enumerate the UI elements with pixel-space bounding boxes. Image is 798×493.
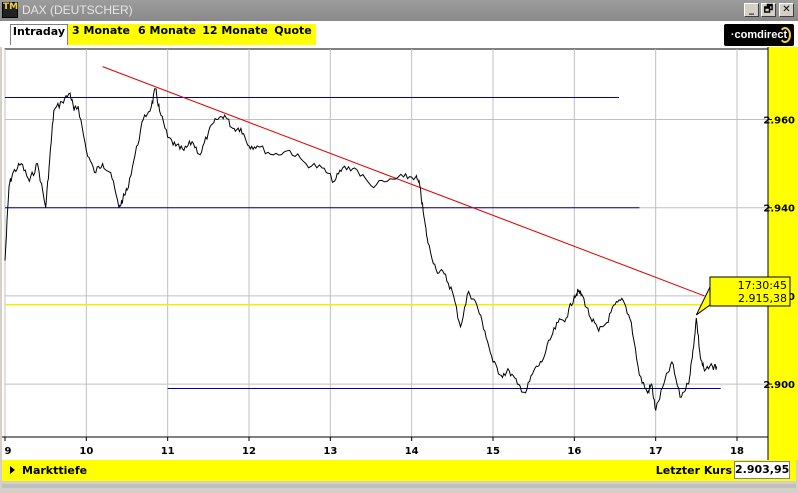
price-line xyxy=(4,88,718,411)
bottom-divider xyxy=(2,484,796,488)
y-axis-panel: 2.9602.9402.9202.900 xyxy=(763,47,798,460)
x-tick-label: 13 xyxy=(323,446,337,457)
plot-frame xyxy=(4,48,769,438)
x-tick-label: 10 xyxy=(79,446,93,457)
title-bar: TM DAX (DEUTSCHER) _ 🗗 ✕ xyxy=(0,0,798,21)
y-axis-background xyxy=(768,47,798,460)
tooltip-pointer xyxy=(695,286,711,316)
tab-bar: Intraday 3 Monate 6 Monate 12 Monate Quo… xyxy=(0,21,798,47)
tooltip-value: 2.915,38 xyxy=(738,292,787,305)
x-axis: 9 10 11 12 13 14 15 16 17 18 xyxy=(2,436,768,457)
trend-line[interactable] xyxy=(102,66,705,297)
y-tick-label: 2.960 xyxy=(763,116,795,127)
tab-12-monate[interactable]: 12 Monate xyxy=(200,24,270,45)
status-strip: Markttiefe Letzter Kurs 2.903,95 xyxy=(2,460,796,481)
markttiefe-button[interactable]: Markttiefe xyxy=(22,464,87,477)
tab-quote[interactable]: Quote xyxy=(270,24,316,45)
window-title: DAX (DEUTSCHER) xyxy=(22,3,133,17)
close-button[interactable]: ✕ xyxy=(779,3,794,17)
expand-arrow-icon[interactable] xyxy=(10,466,15,474)
y-tick-label: 2.900 xyxy=(763,380,795,391)
last-price-value: 2.903,95 xyxy=(734,461,790,479)
tab-3-monate[interactable]: 3 Monate xyxy=(68,24,134,45)
reference-lines xyxy=(5,66,768,389)
app-icon: TM xyxy=(2,2,18,18)
last-price-label: Letzter Kurs xyxy=(655,464,732,477)
x-tick-label: 16 xyxy=(567,446,581,457)
x-tick-label: 18 xyxy=(730,446,744,457)
x-tick-label: 15 xyxy=(486,446,500,457)
x-tick-label: 11 xyxy=(161,446,175,457)
intraday-chart: 2.9602.9402.9202.900 9101112131415161718… xyxy=(2,47,798,460)
y-tick-label: 2.940 xyxy=(763,204,795,215)
chart-area: 2.9602.9402.9202.900 9101112131415161718… xyxy=(2,47,798,460)
bottom-bar: Markttiefe Letzter Kurs 2.903,95 xyxy=(0,460,798,493)
comdirect-logo: ·comdirect xyxy=(724,24,794,46)
restore-button[interactable]: 🗗 xyxy=(761,3,776,17)
x-tick-label: 12 xyxy=(242,446,256,457)
tab-6-monate[interactable]: 6 Monate xyxy=(134,24,200,45)
tooltip-time: 17:30:45 xyxy=(738,279,787,292)
x-tick-label: 17 xyxy=(649,446,663,457)
logo-arc-icon xyxy=(779,27,791,43)
minimize-button[interactable]: _ xyxy=(744,3,759,17)
x-tick-label: 9 xyxy=(5,446,12,457)
tab-intraday[interactable]: Intraday xyxy=(10,24,68,45)
x-tick-label: 14 xyxy=(405,446,419,457)
grid-lines xyxy=(4,48,769,438)
